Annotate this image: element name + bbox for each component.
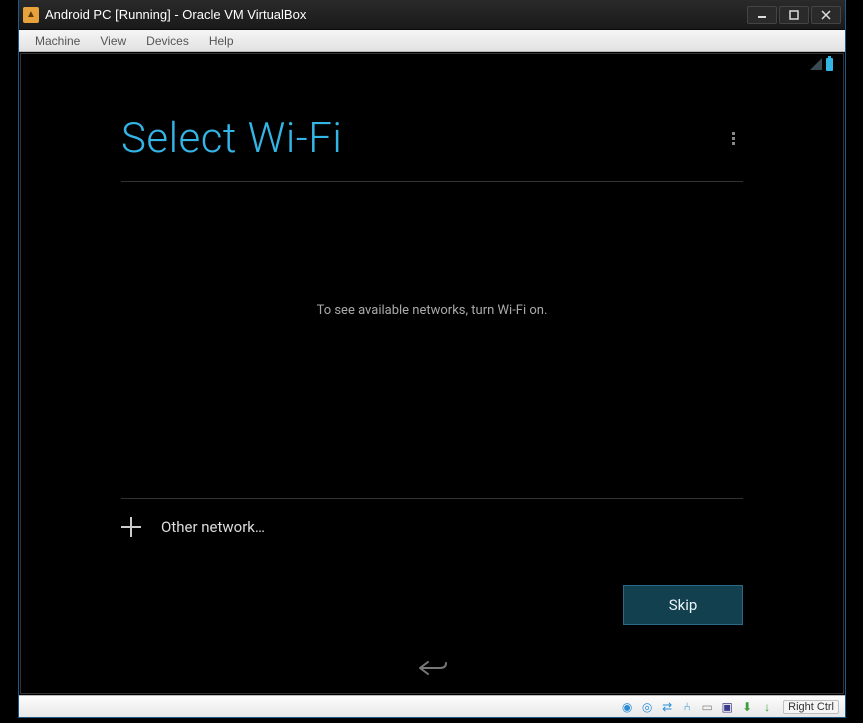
overflow-menu-button[interactable] (723, 129, 743, 149)
menu-machine[interactable]: Machine (25, 32, 90, 50)
guest-display: Select Wi-Fi To see available networks, … (20, 53, 844, 694)
close-button[interactable] (811, 6, 841, 24)
maximize-button[interactable] (779, 6, 809, 24)
shared-folders-icon[interactable]: ▭ (699, 699, 715, 715)
usb-icon[interactable]: ⑃ (679, 699, 695, 715)
window-title: Android PC [Running] - Oracle VM Virtual… (45, 7, 745, 22)
app-icon: ▲ (23, 7, 39, 23)
optical-disk-icon[interactable]: ◎ (639, 699, 655, 715)
virtualbox-window: ▲ Android PC [Running] - Oracle VM Virtu… (18, 0, 846, 718)
footer-row: Skip (121, 555, 743, 625)
menu-devices[interactable]: Devices (136, 32, 199, 50)
battery-icon (826, 58, 833, 71)
display-icon[interactable]: ▣ (719, 699, 735, 715)
android-nav-bar (21, 645, 843, 693)
vbox-status-bar: ◉ ◎ ⇄ ⑃ ▭ ▣ ⬇ ↓ Right Ctrl (19, 695, 845, 717)
android-content: Select Wi-Fi To see available networks, … (21, 74, 843, 645)
page-title: Select Wi-Fi (121, 114, 342, 163)
menu-view[interactable]: View (90, 32, 136, 50)
mouse-integration-icon[interactable]: ⬇ (739, 699, 755, 715)
keyboard-capture-icon[interactable]: ↓ (759, 699, 775, 715)
hard-disk-icon[interactable]: ◉ (619, 699, 635, 715)
menubar: Machine View Devices Help (19, 30, 845, 52)
dot-icon (732, 142, 735, 145)
window-controls (745, 6, 841, 24)
other-network-button[interactable]: Other network… (121, 498, 743, 555)
dot-icon (732, 132, 735, 135)
signal-icon (810, 58, 822, 70)
menu-help[interactable]: Help (199, 32, 244, 50)
other-network-label: Other network… (161, 518, 265, 536)
minimize-button[interactable] (747, 6, 777, 24)
skip-button-label: Skip (669, 596, 698, 614)
plus-icon (121, 517, 141, 537)
titlebar: ▲ Android PC [Running] - Oracle VM Virtu… (19, 0, 845, 30)
page-header: Select Wi-Fi (121, 114, 743, 182)
wifi-hint-text: To see available networks, turn Wi-Fi on… (121, 182, 743, 498)
dot-icon (732, 137, 735, 140)
host-key-indicator: Right Ctrl (783, 700, 839, 714)
network-icon[interactable]: ⇄ (659, 699, 675, 715)
android-status-bar (21, 54, 843, 74)
skip-button[interactable]: Skip (623, 585, 743, 625)
back-button[interactable] (412, 654, 452, 685)
